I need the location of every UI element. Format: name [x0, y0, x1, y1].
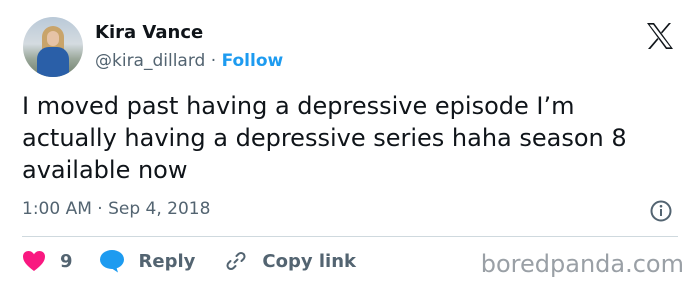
- tweet-text: I moved past having a depressive episode…: [22, 92, 627, 184]
- tweet-timestamp[interactable]: 1:00 AM · Sep 4, 2018: [22, 199, 210, 219]
- copy-link-label: Copy link: [262, 250, 356, 272]
- watermark: boredpanda.com: [480, 250, 684, 278]
- divider: [22, 236, 678, 237]
- reply-label: Reply: [138, 250, 196, 272]
- link-icon: [226, 251, 246, 271]
- like-button[interactable]: 9: [22, 250, 73, 272]
- avatar-face: [47, 31, 59, 46]
- follow-button[interactable]: Follow: [222, 51, 284, 71]
- handle-separator: ·: [205, 51, 222, 71]
- avatar[interactable]: [23, 17, 83, 77]
- avatar-dress: [37, 47, 69, 77]
- like-count: 9: [60, 250, 73, 272]
- author-handle[interactable]: @kira_dillard: [95, 51, 205, 71]
- x-logo-icon[interactable]: [645, 22, 675, 50]
- action-bar: 9 Reply Copy link: [22, 246, 356, 276]
- speech-bubble-icon: [99, 250, 124, 273]
- heart-icon: [23, 251, 45, 271]
- info-icon[interactable]: [649, 199, 673, 223]
- author-display-name[interactable]: Kira Vance: [95, 22, 203, 43]
- copy-link-button[interactable]: Copy link: [224, 249, 356, 273]
- author-handle-row: @kira_dillard · Follow: [95, 51, 283, 71]
- reply-button[interactable]: Reply: [99, 249, 196, 273]
